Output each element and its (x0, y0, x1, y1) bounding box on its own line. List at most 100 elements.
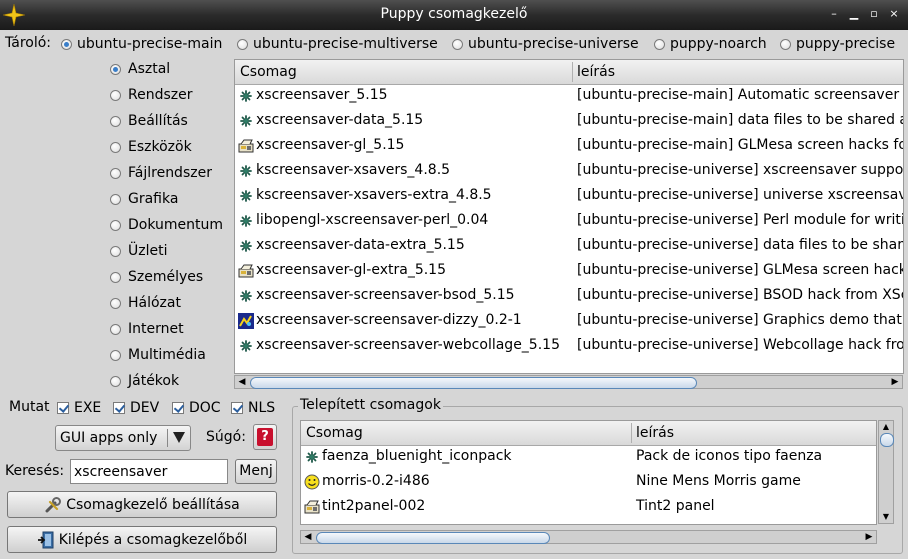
scroll-down-arrow-icon[interactable]: ▼ (880, 512, 892, 522)
category-multimedia[interactable]: Multimédia (110, 344, 206, 366)
checkbox-doc[interactable]: DOC (172, 398, 221, 418)
radio-icon[interactable] (110, 349, 121, 361)
search-go-button[interactable]: Menj (235, 459, 277, 484)
category-asztal[interactable]: Asztal (110, 58, 170, 80)
package-name: xscreensaver-screensaver-webcollage_5.15 (256, 337, 560, 353)
table-row[interactable]: xscreensaver-data-extra_5.15 [ubuntu-prec… (235, 234, 903, 259)
repo-option-ubuntu-precise-main[interactable]: ubuntu-precise-main (61, 34, 222, 54)
chevron-down-icon[interactable] (173, 432, 185, 443)
column-divider[interactable] (631, 423, 632, 443)
radio-icon[interactable] (452, 38, 463, 50)
scroll-left-arrow-icon[interactable]: ◀ (302, 531, 314, 543)
table-row[interactable]: xscreensaver-screensaver-dizzy_0.2-1 [ubu… (235, 309, 903, 334)
table-row[interactable]: xscreensaver_5.15 [ubuntu-precise-main] A… (235, 84, 903, 109)
app-filter-dropdown[interactable]: GUI apps only (55, 425, 191, 451)
radio-icon[interactable] (61, 38, 72, 50)
table-row[interactable]: morris-0.2-i486 Nine Mens Morris game (301, 470, 876, 495)
table-row[interactable]: libopengl-xscreensaver-perl_0.04 [ubuntu-… (235, 209, 903, 234)
title-bar: Puppy csomagkezelő – ▁ ▫ × (0, 0, 908, 30)
repo-option-puppy-precise[interactable]: puppy-precise (780, 34, 895, 54)
category-uzleti[interactable]: Üzleti (110, 240, 167, 262)
repo-option-puppy-noarch[interactable]: puppy-noarch (654, 34, 767, 54)
scroll-right-arrow-icon[interactable]: ▶ (863, 531, 875, 543)
shade-window-button[interactable]: – (826, 5, 842, 23)
radio-icon[interactable] (110, 63, 121, 75)
radio-icon[interactable] (110, 115, 121, 127)
gear-icon (238, 188, 254, 204)
category-grafika[interactable]: Grafika (110, 188, 178, 210)
package-description: [ubuntu-precise-universe] Webcollage hac… (577, 337, 904, 353)
table-row[interactable]: kscreensaver-xsavers-extra_4.8.5 [ubuntu-… (235, 184, 903, 209)
radio-icon[interactable] (110, 245, 121, 257)
table-row[interactable]: xscreensaver-data_5.15 [ubuntu-precise-ma… (235, 109, 903, 134)
scrollbar-thumb[interactable] (316, 532, 550, 544)
repo-option-ubuntu-precise-multiverse[interactable]: ubuntu-precise-multiverse (237, 34, 438, 54)
repo-option-ubuntu-precise-universe[interactable]: ubuntu-precise-universe (452, 34, 639, 54)
checkbox-icon[interactable] (57, 402, 69, 414)
checkbox-exe[interactable]: EXE (57, 398, 101, 418)
installed-packages-title: Telepített csomagok (298, 397, 443, 413)
quit-button-label: Kilépés a csomagkezelőből (58, 531, 248, 548)
minimize-window-button[interactable]: ▁ (846, 5, 862, 23)
close-window-button[interactable]: × (886, 5, 902, 23)
package-name: xscreensaver-screensaver-bsod_5.15 (256, 287, 515, 303)
column-header-description[interactable]: leírás (577, 64, 615, 80)
package-description: [ubuntu-precise-universe] xscreensaver s… (577, 162, 904, 178)
package-manager-settings-button[interactable]: Csomagkezelő beállítása (7, 491, 277, 518)
radio-icon[interactable] (237, 38, 248, 50)
category-szemelyes[interactable]: Személyes (110, 266, 203, 288)
help-button[interactable]: ? (253, 424, 277, 450)
radio-icon[interactable] (110, 323, 121, 335)
radio-icon[interactable] (110, 193, 121, 205)
maximize-window-button[interactable]: ▫ (866, 5, 882, 23)
tools-icon (45, 496, 62, 512)
category-halozat[interactable]: Hálózat (110, 292, 181, 314)
table-row[interactable]: xscreensaver-screensaver-webcollage_5.15… (235, 334, 903, 359)
table-row[interactable]: kscreensaver-xsavers_4.8.5 [ubuntu-precis… (235, 159, 903, 184)
column-header-description[interactable]: leírás (636, 425, 674, 441)
checkbox-icon[interactable] (172, 402, 184, 414)
scroll-right-arrow-icon[interactable]: ▶ (889, 376, 901, 388)
column-header-package[interactable]: Csomag (240, 64, 297, 80)
category-rendszer[interactable]: Rendszer (110, 84, 192, 106)
scrollbar-thumb[interactable] (880, 433, 894, 447)
installed-table-vscrollbar[interactable]: ▲ ▼ (878, 420, 894, 524)
scroll-up-arrow-icon[interactable]: ▲ (880, 422, 892, 432)
package-table-hscrollbar[interactable]: ◀ ▶ (234, 375, 903, 389)
table-row[interactable]: xscreensaver-gl-extra_5.15 [ubuntu-precis… (235, 259, 903, 284)
gear-icon (304, 449, 320, 465)
radio-icon[interactable] (780, 38, 791, 50)
checkbox-icon[interactable] (231, 402, 243, 414)
gear-icon (238, 163, 254, 179)
category-jatekok[interactable]: Játékok (110, 370, 179, 392)
scroll-left-arrow-icon[interactable]: ◀ (236, 376, 248, 388)
category-beallitas[interactable]: Beállítás (110, 110, 188, 132)
radio-icon[interactable] (110, 141, 121, 153)
radio-icon[interactable] (110, 167, 121, 179)
column-header-package[interactable]: Csomag (306, 425, 363, 441)
category-dokumentum[interactable]: Dokumentum (110, 214, 223, 236)
table-row[interactable]: xscreensaver-gl_5.15 [ubuntu-precise-main… (235, 134, 903, 159)
radio-icon[interactable] (110, 271, 121, 283)
table-row[interactable]: faenza_bluenight_iconpack Pack de iconos … (301, 445, 876, 470)
scrollbar-thumb[interactable] (250, 377, 697, 389)
radio-icon[interactable] (654, 38, 665, 50)
radio-icon[interactable] (110, 375, 121, 387)
radio-icon[interactable] (110, 297, 121, 309)
category-internet[interactable]: Internet (110, 318, 184, 340)
checkbox-nls[interactable]: NLS (231, 398, 275, 418)
gear-icon (238, 288, 254, 304)
quit-package-manager-button[interactable]: Kilépés a csomagkezelőből (7, 526, 277, 553)
checkbox-icon[interactable] (113, 402, 125, 414)
category-fajlrendszer[interactable]: Fájlrendszer (110, 162, 212, 184)
radio-icon[interactable] (110, 219, 121, 231)
category-eszkozok[interactable]: Eszközök (110, 136, 192, 158)
radio-icon[interactable] (110, 89, 121, 101)
installed-table-hscrollbar[interactable]: ◀ ▶ (300, 530, 877, 544)
package-icon (304, 499, 320, 515)
table-row[interactable]: xscreensaver-screensaver-bsod_5.15 [ubunt… (235, 284, 903, 309)
checkbox-dev[interactable]: DEV (113, 398, 159, 418)
search-input[interactable] (70, 459, 228, 484)
column-divider[interactable] (572, 62, 573, 82)
table-row[interactable]: tint2panel-002 Tint2 panel (301, 495, 876, 520)
